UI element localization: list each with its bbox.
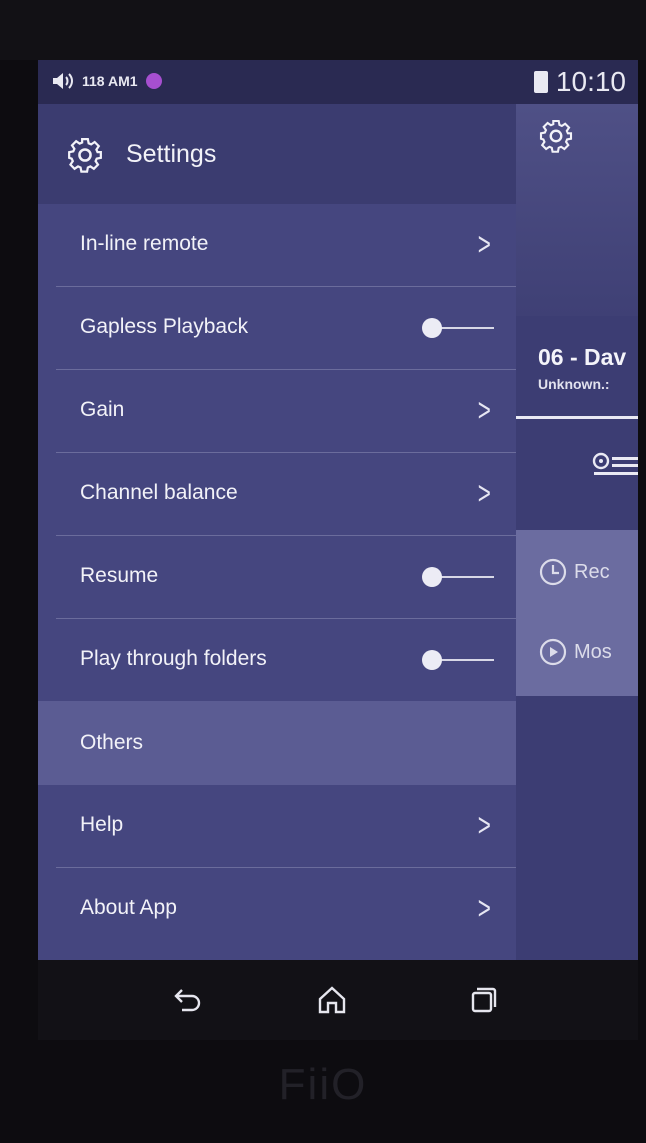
device-screen: 118 AM1 10:10 Settings In-line remote > … [38, 60, 638, 960]
recents-button[interactable] [464, 980, 504, 1020]
drawer-title: Settings [126, 140, 217, 168]
home-button[interactable] [312, 980, 352, 1020]
status-right: 10:10 [533, 66, 626, 98]
setting-inline-remote[interactable]: In-line remote > [56, 204, 516, 287]
toggle-thumb [422, 318, 442, 338]
menu-item-label: Mos [574, 640, 612, 663]
setting-play-through-folders[interactable]: Play through folders [56, 619, 516, 701]
setting-label: Gain [80, 398, 125, 421]
play-through-folders-toggle[interactable] [422, 650, 496, 670]
quick-menu: Rec Mos [516, 530, 638, 696]
recents-icon [471, 987, 497, 1013]
track-artist: Unknown.: [538, 376, 610, 392]
resume-toggle[interactable] [422, 567, 496, 587]
section-header-others: Others [38, 701, 516, 785]
system-nav-bar [38, 960, 638, 1040]
chevron-right-icon: > [478, 475, 492, 511]
setting-label: Resume [80, 564, 159, 587]
chevron-right-icon: > [478, 392, 492, 428]
playlist-icon[interactable] [592, 448, 638, 478]
album-art [516, 104, 638, 316]
back-icon [174, 989, 201, 1012]
chevron-right-icon: > [478, 807, 492, 843]
setting-label: Gapless Playback [80, 315, 249, 338]
gear-icon[interactable] [538, 118, 574, 154]
status-text: 118 AM1 [82, 73, 138, 89]
setting-gapless-playback[interactable]: Gapless Playback [56, 287, 516, 370]
battery-icon [533, 71, 548, 93]
status-bar: 118 AM1 10:10 [38, 60, 638, 104]
device-bezel-top [0, 0, 646, 60]
gear-icon [68, 138, 102, 173]
home-icon [318, 986, 346, 1014]
notification-badge-icon [145, 73, 162, 89]
menu-item-most-played[interactable]: Mos [538, 632, 612, 672]
menu-item-recent[interactable]: Rec [538, 552, 610, 592]
status-left: 118 AM1 [52, 72, 162, 90]
brand-logo: FiiO [278, 1060, 368, 1109]
setting-about-app[interactable]: About App > [56, 868, 516, 950]
setting-help[interactable]: Help > [56, 785, 516, 868]
back-button[interactable] [168, 980, 208, 1020]
drawer-header: Settings [38, 104, 516, 204]
chevron-right-icon: > [478, 226, 492, 262]
setting-label: Play through folders [80, 647, 267, 670]
clock-icon [539, 558, 567, 586]
track-title: 06 - Dav [538, 344, 627, 370]
settings-list: In-line remote > Gapless Playback Gain >… [38, 204, 516, 950]
toggle-thumb [422, 567, 442, 587]
clock-time: 10:10 [555, 66, 626, 97]
volume-icon [53, 73, 73, 89]
progress-line [516, 416, 638, 419]
section-label: Others [80, 731, 144, 754]
play-circle-icon [539, 638, 567, 666]
setting-resume[interactable]: Resume [56, 536, 516, 619]
setting-label: About App [80, 896, 177, 919]
setting-label: Channel balance [80, 481, 238, 504]
toggle-thumb [422, 650, 442, 670]
now-playing-peek[interactable]: 06 - Dav Unknown.: Rec Mos [516, 104, 638, 960]
settings-drawer: Settings In-line remote > Gapless Playba… [38, 104, 516, 960]
setting-channel-balance[interactable]: Channel balance > [56, 453, 516, 536]
setting-label: Help [80, 813, 124, 836]
chevron-right-icon: > [478, 890, 492, 926]
gapless-toggle[interactable] [422, 318, 496, 338]
setting-label: In-line remote [80, 232, 209, 255]
setting-gain[interactable]: Gain > [56, 370, 516, 453]
menu-item-label: Rec [574, 560, 610, 583]
